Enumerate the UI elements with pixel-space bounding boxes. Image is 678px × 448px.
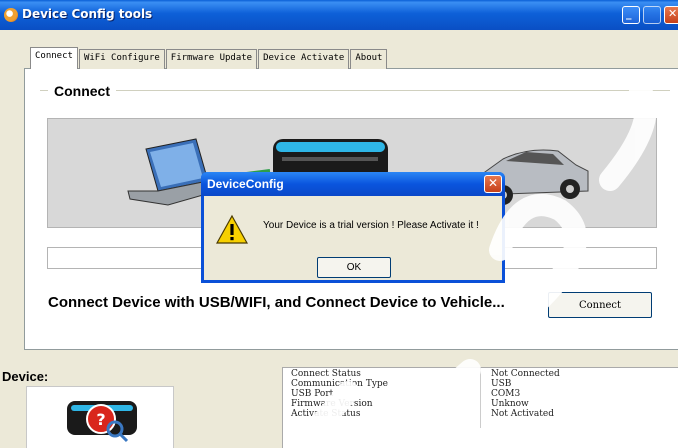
status-key: USB Port [291,389,334,399]
table-row: USB Port COM3 [283,389,678,399]
app-window: Device Config tools _ ✕ Connect WiFi Con… [0,0,678,448]
table-row: Activate Status Not Activated [283,409,678,419]
tab-strip: Connect WiFi Configure Firmware Update D… [30,47,388,69]
close-icon: ✕ [668,7,678,20]
device-status-table: Connect Status Not Connected Communicati… [282,367,678,448]
dialog-title: DeviceConfig [207,177,284,191]
dialog-message: Your Device is a trial version ! Please … [263,220,479,231]
device-image-box: ? [26,386,174,448]
close-button[interactable]: ✕ [664,6,678,24]
group-divider [40,90,670,91]
table-row: Communication Type USB [283,379,678,389]
activation-dialog: DeviceConfig ✕ Your Device is a trial ve… [201,172,505,283]
ok-button[interactable]: OK [317,257,391,278]
status-key: Connect Status [291,369,361,379]
minimize-icon: _ [626,7,632,20]
status-value: Not Activated [491,409,554,419]
tab-wifi-configure[interactable]: WiFi Configure [78,49,165,69]
minimize-button[interactable]: _ [622,6,640,24]
device-section-label: Device: [2,369,49,384]
status-value: USB [491,379,512,389]
device-unknown-icon: ? [67,401,137,443]
dialog-close-button[interactable]: ✕ [484,175,502,193]
table-row: Connect Status Not Connected [283,369,678,379]
tab-firmware-update[interactable]: Firmware Update [165,49,258,69]
window-title: Device Config tools [22,7,153,21]
connect-group-title: Connect [48,83,116,99]
svg-text:?: ? [96,410,105,429]
close-icon: ✕ [488,176,499,190]
status-value: COM3 [491,389,521,399]
tab-about[interactable]: About [350,49,388,69]
status-key: Activate Status [291,409,361,419]
dialog-body: Your Device is a trial version ! Please … [204,196,502,280]
app-icon [4,8,18,22]
table-row: Firmware Version Unknow [283,399,678,409]
connect-button[interactable]: Connect [548,292,652,318]
status-key: Firmware Version [291,399,373,409]
warning-icon [216,214,248,244]
status-key: Communication Type [291,379,388,389]
status-value: Not Connected [491,369,560,379]
maximize-button[interactable] [643,6,661,24]
dialog-title-bar[interactable]: DeviceConfig ✕ [201,172,505,196]
tab-connect[interactable]: Connect [30,47,78,69]
tab-device-activate[interactable]: Device Activate [258,49,350,69]
connect-instructions: Connect Device with USB/WIFI, and Connec… [48,294,505,311]
status-value: Unknow [491,399,529,409]
title-bar[interactable]: Device Config tools _ ✕ [0,0,678,30]
